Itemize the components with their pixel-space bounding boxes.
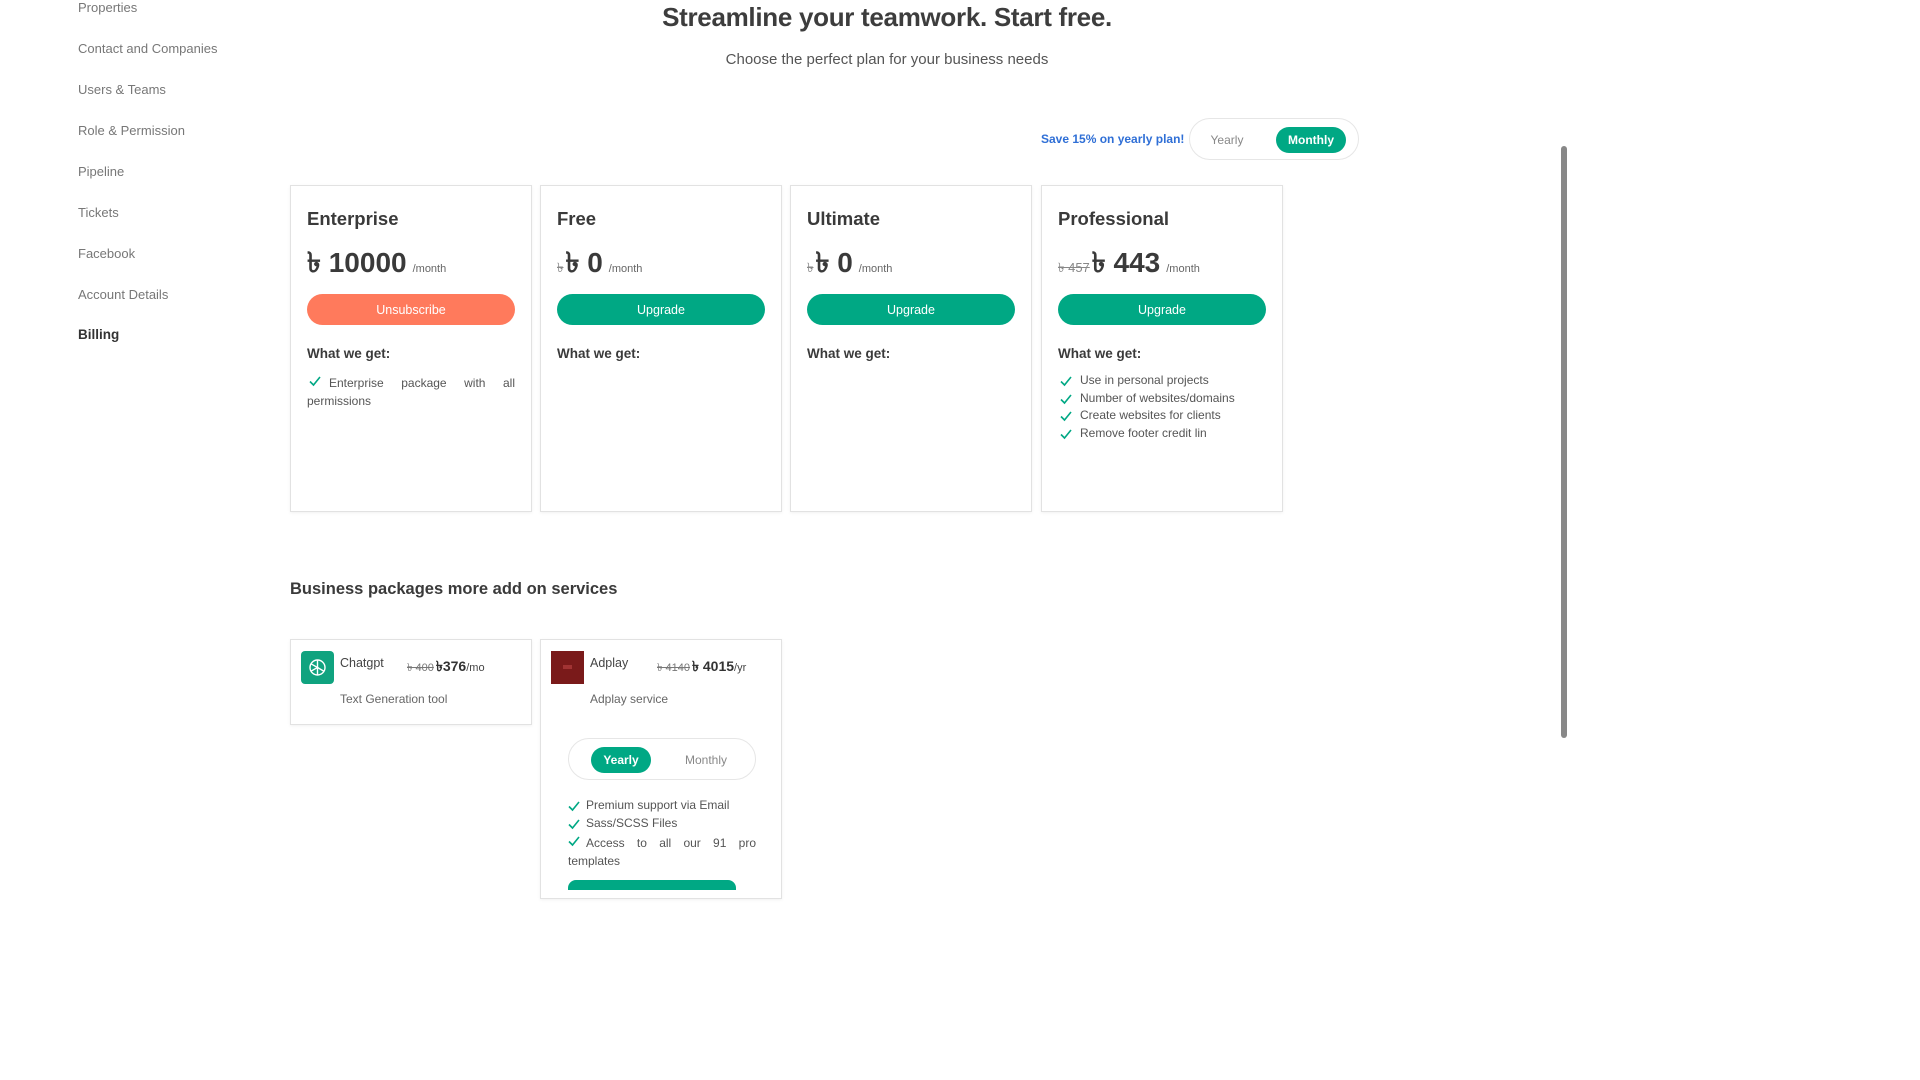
addon-old-price: ৳ 4140 — [657, 662, 691, 674]
plan-card-professional: Professional ৳ 457 ৳ 443 /month Upgrade … — [1041, 185, 1283, 512]
plan-current-price: ৳ 0 — [815, 247, 853, 278]
billing-period-toggle: Yearly Monthly — [1189, 118, 1359, 160]
plan-current-price: ৳ 10000 — [307, 247, 407, 278]
plan-old-price: ৳ 457 — [1058, 260, 1090, 275]
sidebar-item-account-details[interactable]: Account Details — [78, 287, 168, 302]
plan-current-price: ৳ 0 — [565, 247, 603, 278]
plan-name: Enterprise — [307, 208, 399, 229]
feature-list: Use in personal projects Number of websi… — [1058, 372, 1266, 442]
plan-card-enterprise: Enterprise ৳ 10000 /month Unsubscribe Wh… — [290, 185, 532, 512]
feature-text: Number of websites/domains — [1080, 390, 1235, 405]
feature-item: Premium support via Email — [568, 797, 756, 815]
plan-current-price: ৳ 443 — [1091, 247, 1161, 278]
scrollbar-thumb[interactable] — [1561, 146, 1567, 738]
sidebar-item-users-teams[interactable]: Users & Teams — [78, 82, 166, 97]
addons-section-title: Business packages more add on services — [290, 580, 618, 598]
addon-name: Chatgpt — [340, 656, 384, 670]
check-icon — [568, 818, 580, 830]
feature-text: Enterprise package with all permissions — [307, 376, 515, 408]
yearly-option[interactable]: Yearly — [1196, 127, 1258, 153]
feature-item: Enterprise package with all permissions — [307, 372, 515, 410]
feature-text: Remove footer credit lin — [1080, 425, 1207, 440]
monthly-option[interactable]: Monthly — [1276, 127, 1346, 153]
plan-price: ৳ ৳ 0 /month — [557, 241, 643, 278]
feature-text: Create websites for clients — [1080, 408, 1221, 422]
check-icon — [1060, 428, 1072, 440]
plan-price: ৳ ৳ 0 /month — [807, 241, 893, 278]
chatgpt-logo-icon — [301, 651, 334, 684]
addon-current-price: ৳376 — [435, 658, 467, 674]
addon-period-toggle: Yearly Monthly — [568, 738, 756, 780]
sidebar-item-billing[interactable]: Billing — [78, 327, 119, 342]
what-we-get-heading: What we get: — [307, 346, 391, 361]
check-icon — [568, 835, 580, 847]
check-icon — [309, 375, 321, 387]
save-yearly-note: Save 15% on yearly plan! — [1041, 132, 1185, 146]
addon-description: Adplay service — [590, 692, 669, 706]
feature-item: Remove footer credit lin — [1058, 425, 1266, 443]
plan-price: ৳ 10000 /month — [307, 241, 447, 278]
plan-price-unit: /month — [1166, 263, 1200, 275]
feature-text: Premium support via Email — [586, 798, 730, 812]
plan-card-ultimate: Ultimate ৳ ৳ 0 /month Upgrade What we ge… — [790, 185, 1032, 512]
upgrade-button[interactable]: Upgrade — [807, 294, 1015, 325]
sidebar-item-pipeline[interactable]: Pipeline — [78, 164, 124, 179]
addon-action-button[interactable] — [568, 880, 736, 890]
sidebar-item-role-permission[interactable]: Role & Permission — [78, 123, 185, 138]
what-we-get-heading: What we get: — [557, 346, 641, 361]
plan-price-unit: /month — [858, 263, 893, 275]
check-icon — [568, 800, 580, 812]
addon-price-unit: /yr — [734, 662, 747, 674]
page-title: Streamline your teamwork. Start free. — [662, 2, 1112, 32]
what-we-get-heading: What we get: — [807, 346, 891, 361]
check-icon — [1060, 410, 1072, 422]
feature-item: Number of websites/domains — [1058, 390, 1266, 408]
feature-item: Use in personal projects — [1058, 372, 1266, 390]
addon-current-price: ৳ 4015 — [692, 658, 735, 674]
feature-item: Access to all our 91 pro templates — [568, 832, 756, 870]
what-we-get-heading: What we get: — [1058, 346, 1142, 361]
page-subtitle: Choose the perfect plan for your busines… — [725, 51, 1049, 68]
addon-description: Text Generation tool — [340, 692, 448, 706]
addon-card-adplay: Adplay ৳ 4140 ৳ 4015 /yr Adplay service … — [540, 639, 782, 899]
addon-name: Adplay — [590, 656, 629, 670]
addon-old-price: ৳ 400 — [407, 662, 434, 674]
plan-old-price: ৳ — [557, 260, 564, 275]
feature-item: Sass/SCSS Files — [568, 815, 756, 833]
feature-list: Premium support via Email Sass/SCSS File… — [568, 797, 756, 870]
plan-old-price: ৳ — [807, 260, 814, 275]
check-icon — [1060, 393, 1072, 405]
unsubscribe-button[interactable]: Unsubscribe — [307, 294, 515, 325]
feature-list: Enterprise package with all permissions — [307, 372, 515, 410]
feature-text: Use in personal projects — [1080, 373, 1209, 387]
plan-price-unit: /month — [608, 263, 643, 275]
plan-name: Ultimate — [807, 208, 880, 229]
plan-card-free: Free ৳ ৳ 0 /month Upgrade What we get: — [540, 185, 782, 512]
feature-text: Access to all our 91 pro templates — [568, 836, 756, 868]
upgrade-button[interactable]: Upgrade — [1058, 294, 1266, 325]
monthly-option[interactable]: Monthly — [673, 747, 739, 773]
plan-price: ৳ 457 ৳ 443 /month — [1058, 241, 1200, 278]
sidebar-item-facebook[interactable]: Facebook — [78, 246, 135, 261]
feature-item: Create websites for clients — [1058, 407, 1266, 425]
yearly-option[interactable]: Yearly — [591, 747, 651, 773]
upgrade-button[interactable]: Upgrade — [557, 294, 765, 325]
addon-price-unit: /mo — [466, 662, 485, 674]
addon-price: ৳ 400 ৳376 /mo — [407, 655, 485, 679]
addon-card-chatgpt: Chatgpt ৳ 400 ৳376 /mo Text Generation t… — [290, 639, 532, 725]
sidebar-item-tickets[interactable]: Tickets — [78, 205, 119, 220]
addon-price: ৳ 4140 ৳ 4015 /yr — [657, 655, 746, 679]
adplay-logo-icon — [551, 651, 584, 684]
check-icon — [1060, 375, 1072, 387]
plan-price-unit: /month — [412, 263, 447, 275]
feature-text: Sass/SCSS Files — [586, 815, 678, 830]
plan-name: Free — [557, 208, 597, 229]
plan-name: Professional — [1058, 208, 1170, 229]
